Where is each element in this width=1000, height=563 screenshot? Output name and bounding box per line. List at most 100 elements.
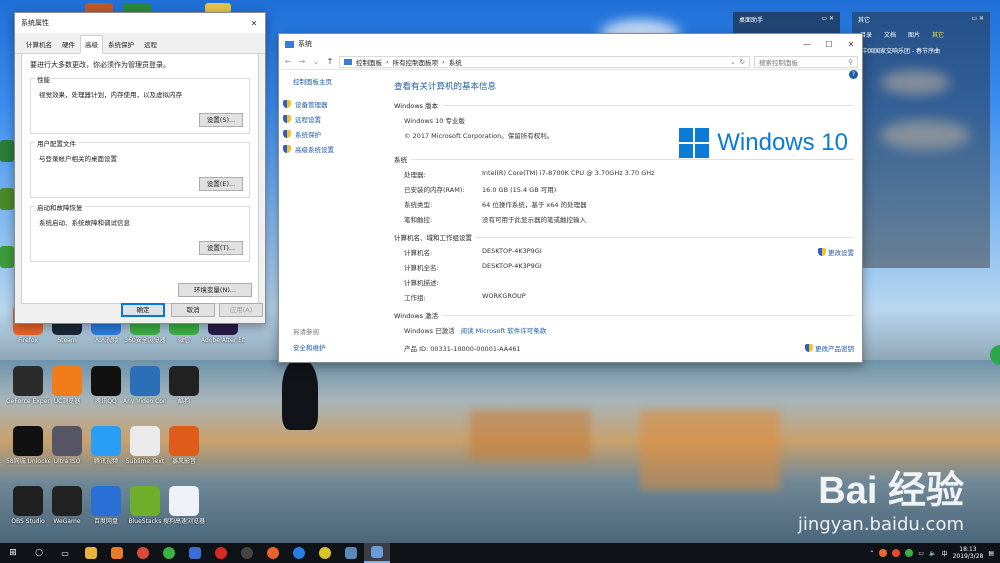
apply-button[interactable]: 应用(A) <box>219 303 263 317</box>
desktop-icon-label: Ultra ISO <box>53 458 81 465</box>
widget-controls[interactable]: ▭ ✕ <box>821 15 834 24</box>
refresh-icon[interactable]: ↻ <box>740 58 745 66</box>
obs-icon[interactable] <box>234 543 260 563</box>
desktop-icon[interactable]: 58同城 Unlocker <box>6 426 50 465</box>
desktop-icon-label: Firefox <box>18 337 38 344</box>
desktop-icon[interactable]: GeForce Experience <box>6 366 50 405</box>
desktop-icon-partial[interactable] <box>0 188 14 210</box>
browser-icon[interactable] <box>286 543 312 563</box>
taskbar-app-icon[interactable] <box>104 543 130 563</box>
tab-system-protection[interactable]: 系统保护 <box>103 35 139 53</box>
desktop-icon[interactable]: 酷狗 <box>162 366 206 405</box>
recent-icon[interactable]: ⌄ <box>311 57 321 66</box>
change-settings-link[interactable]: 更改设置 <box>818 247 854 257</box>
desktop-icon-label: Any Video Converter <box>123 398 167 405</box>
remote-settings-link[interactable]: 远程设置 <box>283 114 387 124</box>
clock[interactable]: 18:13 2019/3/28 <box>953 546 984 560</box>
breadcrumb-item[interactable]: 控制面板 <box>356 57 382 67</box>
desktop-icon[interactable]: 腾讯QQ <box>84 366 128 405</box>
file-explorer-icon[interactable] <box>78 543 104 563</box>
close-button[interactable]: ✕ <box>840 35 862 53</box>
tab-remote[interactable]: 远程 <box>139 35 162 53</box>
desktop-icon-partial[interactable] <box>0 246 14 268</box>
tray-app-icon[interactable] <box>879 549 888 557</box>
search-icon[interactable]: ○ <box>26 543 52 563</box>
desktop-icon[interactable]: OBS Studio <box>6 486 50 525</box>
environment-variables-button[interactable]: 环境变量(N)... <box>178 283 252 297</box>
minimize-button[interactable]: — <box>796 35 818 53</box>
tab-advanced[interactable]: 高级 <box>80 35 103 54</box>
taskbar-app-icon[interactable] <box>182 543 208 563</box>
system-protection-link[interactable]: 系统保护 <box>283 129 387 139</box>
close-button[interactable]: ✕ <box>243 14 265 32</box>
taskbar-app-icon[interactable] <box>156 543 182 563</box>
chevron-down-icon[interactable]: ⌄ <box>730 58 735 66</box>
desktop-icon[interactable]: 百度网盘 <box>84 486 128 525</box>
device-manager-link[interactable]: 设备管理器 <box>283 99 387 109</box>
desktop-icon[interactable]: BlueStacks <box>123 486 167 525</box>
shield-icon <box>283 130 291 138</box>
change-product-key-link[interactable]: 更改产品密钥 <box>805 343 854 353</box>
tray-app-icon[interactable] <box>892 549 901 557</box>
desktop-icon[interactable]: 暴风影音 <box>162 426 206 465</box>
advanced-system-settings-link[interactable]: 高级系统设置 <box>283 144 387 154</box>
breadcrumb-item[interactable]: 所有控制面板项 <box>393 57 439 67</box>
desktop-icon[interactable]: Any Video Converter <box>123 366 167 405</box>
desktop-assistant-widget[interactable]: 桌面助手 ▭ ✕ <box>733 12 840 34</box>
tray-app-icon[interactable] <box>905 549 914 557</box>
profile-settings-button[interactable]: 设置(E)... <box>199 177 243 191</box>
group-label: 启动和故障恢复 <box>35 202 85 212</box>
news-tab[interactable]: 文档 <box>884 30 896 39</box>
system-window-taskbar-icon[interactable] <box>364 543 390 563</box>
cancel-button[interactable]: 取消 <box>171 303 215 317</box>
info-value: 16.0 GB (15.4 GB 可用) <box>482 186 557 194</box>
desktop-icon[interactable]: Ultra ISO <box>45 426 89 465</box>
network-icon[interactable]: ▭ <box>918 550 924 557</box>
ime-indicator[interactable]: 中 <box>942 549 948 558</box>
runner-silhouette <box>282 360 318 430</box>
search-input[interactable]: 搜索控制面板 ⚲ <box>754 55 858 68</box>
desktop-icon[interactable]: 搜狗高速浏览器 <box>162 486 206 525</box>
desktop-icon[interactable]: 腾讯视频 <box>84 426 128 465</box>
maximize-button[interactable]: ☐ <box>818 35 840 53</box>
ok-button[interactable]: 确定 <box>121 303 165 317</box>
forward-icon[interactable]: → <box>297 57 307 66</box>
notification-icon[interactable]: ▤ <box>988 550 994 557</box>
desktop-icon[interactable]: UC浏览器 <box>45 366 89 405</box>
task-view-icon[interactable]: ▭ <box>52 543 78 563</box>
desktop-icon[interactable]: Sublime Text <box>123 426 167 465</box>
firefox-icon[interactable] <box>260 543 286 563</box>
startup-settings-button[interactable]: 设置(T)... <box>199 241 243 255</box>
license-terms-link[interactable]: 阅读 Microsoft 软件许可条款 <box>461 325 547 335</box>
group-label: 用户配置文件 <box>35 138 78 148</box>
desktop-icon[interactable]: WeGame <box>45 486 89 525</box>
control-panel-home-link[interactable]: 控制面板主页 <box>293 76 387 86</box>
up-icon[interactable]: ↑ <box>325 57 335 66</box>
news-item[interactable]: 中国国家交响乐团 - 春节序曲 <box>852 42 990 59</box>
taskbar-app-icon[interactable] <box>312 543 338 563</box>
sunset-reflection <box>640 410 780 490</box>
user-profiles-group: 用户配置文件 与登录帐户相关的桌面设置 设置(E)... <box>30 138 250 198</box>
system-tray: ⌃ ▭ 🔈 中 18:13 2019/3/28 ▤ <box>869 546 1000 560</box>
breadcrumb-item[interactable]: 系统 <box>449 57 462 67</box>
security-maintenance-link[interactable]: 安全和维护 <box>293 342 326 352</box>
desktop-icon-label: Adobe After Effects CC <box>201 337 245 344</box>
taskbar-app-icon[interactable] <box>338 543 364 563</box>
back-icon[interactable]: ← <box>283 57 293 66</box>
chevron-up-icon[interactable]: ⌃ <box>869 550 874 557</box>
volume-icon[interactable]: 🔈 <box>929 550 936 557</box>
section-header: 系统 <box>394 154 854 164</box>
news-panel[interactable]: 其它 ▭ ✕ 目录 文档 图片 其它 中国国家交响乐团 - 春节序曲 <box>852 12 990 268</box>
performance-settings-button[interactable]: 设置(S)... <box>199 113 243 127</box>
chrome-icon[interactable] <box>130 543 156 563</box>
tab-hardware[interactable]: 硬件 <box>57 35 80 53</box>
media-icon[interactable] <box>208 543 234 563</box>
tab-computer-name[interactable]: 计算机名 <box>21 35 57 53</box>
breadcrumb[interactable]: 控制面板 › 所有控制面板项 › 系统 ⌄ ↻ <box>339 55 750 68</box>
news-tab[interactable]: 图片 <box>908 30 920 39</box>
start-button[interactable]: ⊞ <box>0 543 26 563</box>
news-tab[interactable]: 其它 <box>932 30 944 39</box>
news-controls[interactable]: ▭ ✕ <box>971 15 984 24</box>
desktop-icon-partial[interactable] <box>0 140 14 162</box>
address-bar: ← → ⌄ ↑ 控制面板 › 所有控制面板项 › 系统 ⌄ ↻ 搜索控制面板 ⚲ <box>279 54 862 70</box>
